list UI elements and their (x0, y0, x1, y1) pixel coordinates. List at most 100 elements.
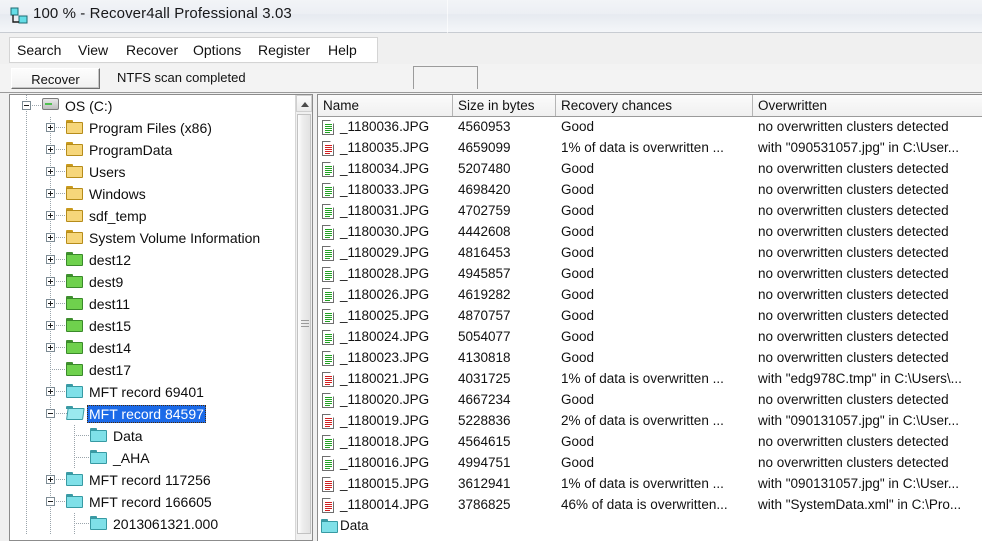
tree-item-mft-record-69401[interactable]: MFT record 69401 (10, 381, 296, 403)
folder-green-icon (66, 362, 83, 376)
table-row[interactable]: _1180031.JPG 4702759 Good no overwritten cl… (318, 201, 982, 222)
folder-green-icon (66, 340, 83, 354)
tree-vertical-scrollbar[interactable] (295, 95, 312, 540)
tree-item-2013061321-000[interactable]: 2013061321.000 (10, 513, 296, 535)
tree-collapse-icon[interactable] (46, 497, 55, 506)
tree-item-dest17[interactable]: dest17 (10, 359, 296, 381)
column-header-size-in-bytes[interactable]: Size in bytes (453, 95, 556, 116)
tree-expand-icon[interactable] (46, 145, 55, 154)
document-good-icon (322, 330, 334, 345)
table-row[interactable]: _1180036.JPG 4560953 Good no overwritten cl… (318, 117, 982, 138)
table-row[interactable]: _1180018.JPG 4564615 Good no overwritten cl… (318, 432, 982, 453)
tree-expand-icon[interactable] (46, 167, 55, 176)
toolbar: Recover NTFS scan completed (0, 64, 982, 93)
tree-item-sdf-temp[interactable]: sdf_temp (10, 205, 296, 227)
tree-item-dest14[interactable]: dest14 (10, 337, 296, 359)
table-row[interactable]: _1180015.JPG 3612941 1% of data is overwri… (318, 474, 982, 495)
tree-item-users[interactable]: Users (10, 161, 296, 183)
tree-guide-line (50, 513, 51, 535)
table-row[interactable]: _1180021.JPG 4031725 1% of data is overwri… (318, 369, 982, 390)
tree-guide-line (74, 457, 91, 458)
table-row[interactable]: _1180023.JPG 4130818 Good no overwritten cl… (318, 348, 982, 369)
table-row[interactable]: _1180025.JPG 4870757 Good no overwritten cl… (318, 306, 982, 327)
table-row[interactable]: Data (318, 516, 982, 537)
folder-cyan-icon (66, 384, 83, 398)
menu-item-search[interactable]: Search (14, 41, 64, 59)
folder-tree[interactable]: OS (C:) Program Files (x86) ProgramData Use… (10, 95, 296, 540)
tree-collapse-icon[interactable] (22, 101, 31, 110)
tree-scrollbar-thumb[interactable] (297, 114, 311, 534)
table-row[interactable]: _1180024.JPG 5054077 Good no overwritten cl… (318, 327, 982, 348)
table-row[interactable]: _1180029.JPG 4816453 Good no overwritten cl… (318, 243, 982, 264)
table-row[interactable]: _1180020.JPG 4667234 Good no overwritten cl… (318, 390, 982, 411)
cell-overwritten: with "090131057.jpg" in C:\User... (758, 413, 959, 428)
tree-expand-icon[interactable] (46, 321, 55, 330)
tree-item-dest9[interactable]: dest9 (10, 271, 296, 293)
tree-guide-line (50, 425, 51, 447)
tree-item-os-c[interactable]: OS (C:) (10, 95, 296, 117)
cell-overwritten: no overwritten clusters detected (758, 119, 949, 134)
tree-item-aha[interactable]: _AHA (10, 447, 296, 469)
tree-expand-icon[interactable] (46, 475, 55, 484)
tree-item-dest12[interactable]: dest12 (10, 249, 296, 271)
folder-green-icon (66, 318, 83, 332)
tree-item-dest15[interactable]: dest15 (10, 315, 296, 337)
scrollbar-grip-icon (301, 320, 309, 327)
cell-name: _1180036.JPG (340, 119, 430, 134)
scroll-up-arrow[interactable] (296, 95, 312, 112)
tree-guide-line (26, 513, 27, 535)
tree-item-system-volume-information[interactable]: System Volume Information (10, 227, 296, 249)
table-row[interactable]: _1180019.JPG 5228836 2% of data is overwri… (318, 411, 982, 432)
tree-item-label: dest9 (89, 274, 124, 290)
cell-name: Data (340, 518, 369, 533)
recover-button[interactable]: Recover (11, 68, 100, 89)
tree-expand-icon[interactable] (46, 189, 55, 198)
tree-expand-icon[interactable] (46, 299, 55, 308)
tree-item-programdata[interactable]: ProgramData (10, 139, 296, 161)
tree-collapse-icon[interactable] (46, 409, 55, 418)
tree-expand-icon[interactable] (46, 277, 55, 286)
cell-recovery-chances: Good (561, 119, 595, 134)
tree-guide-line (74, 435, 91, 436)
tree-item-dest11[interactable]: dest11 (10, 293, 296, 315)
file-list-rows[interactable]: _1180036.JPG 4560953 Good no overwritten cl… (318, 117, 982, 541)
table-row[interactable]: _1180035.JPG 4659099 1% of data is overwri… (318, 138, 982, 159)
cell-overwritten: no overwritten clusters detected (758, 455, 949, 470)
table-row[interactable]: _1180026.JPG 4619282 Good no overwritten cl… (318, 285, 982, 306)
tree-expand-icon[interactable] (46, 211, 55, 220)
table-row[interactable]: _1180033.JPG 4698420 Good no overwritten cl… (318, 180, 982, 201)
tree-expand-icon[interactable] (46, 387, 55, 396)
table-row[interactable]: _1180016.JPG 4994751 Good no overwritten cl… (318, 453, 982, 474)
menu-item-recover[interactable]: Recover (123, 41, 181, 59)
tree-item-mft-record-117256[interactable]: MFT record 117256 (10, 469, 296, 491)
tree-expand-icon[interactable] (46, 343, 55, 352)
column-header-overwritten[interactable]: Overwritten (753, 95, 982, 116)
table-row[interactable]: _1180034.JPG 5207480 Good no overwritten cl… (318, 159, 982, 180)
cell-recovery-chances: Good (561, 455, 595, 470)
table-row[interactable]: _1180030.JPG 4442608 Good no overwritten cl… (318, 222, 982, 243)
menu-item-register[interactable]: Register (255, 41, 313, 59)
tree-expand-icon[interactable] (46, 233, 55, 242)
tree-expand-icon[interactable] (46, 123, 55, 132)
tree-item-windows[interactable]: Windows (10, 183, 296, 205)
document-overwritten-icon (322, 372, 334, 387)
table-row[interactable]: _1180014.JPG 3786825 46% of data is overwr… (318, 495, 982, 516)
tree-item-program-files-x86[interactable]: Program Files (x86) (10, 117, 296, 139)
tree-guide-line (74, 425, 75, 447)
menu-item-view[interactable]: View (75, 41, 111, 59)
tree-item-data[interactable]: Data (10, 425, 296, 447)
tree-item-mft-record-84597[interactable]: MFT record 84597 (10, 403, 296, 425)
tree-guide-line (50, 447, 51, 469)
cell-name: _1180024.JPG (340, 329, 430, 344)
table-row[interactable]: _1180028.JPG 4945857 Good no overwritten cl… (318, 264, 982, 285)
menu-item-help[interactable]: Help (325, 41, 360, 59)
folder-cyan-icon (321, 519, 338, 533)
scan-status-text: NTFS scan completed (117, 70, 246, 85)
tree-expand-icon[interactable] (46, 255, 55, 264)
tree-item-mft-record-166605[interactable]: MFT record 166605 (10, 491, 296, 513)
column-header-recovery-chances[interactable]: Recovery chances (556, 95, 753, 116)
document-overwritten-icon (322, 477, 334, 492)
menu-item-options[interactable]: Options (190, 41, 244, 59)
column-header-name[interactable]: Name (318, 95, 453, 116)
folder-cyan-icon (90, 450, 107, 464)
